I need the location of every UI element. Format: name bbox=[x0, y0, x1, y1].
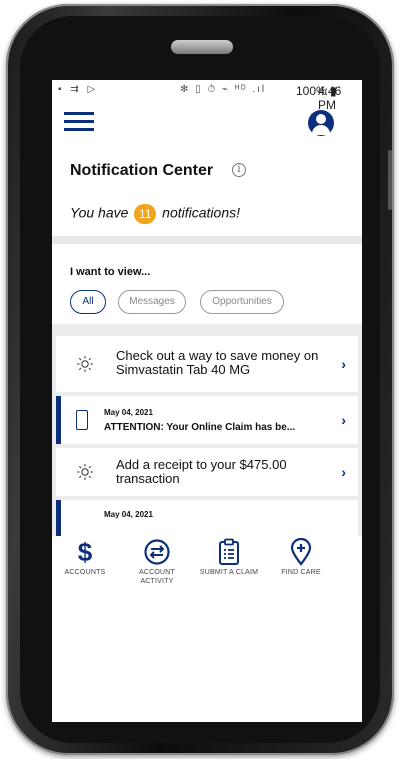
notification-card[interactable]: Add a receipt to your $475.00 transactio… bbox=[56, 448, 358, 496]
profile-icon[interactable] bbox=[308, 110, 334, 136]
nav-find-care[interactable]: FIND CARE bbox=[270, 536, 332, 577]
nav-accounts[interactable]: $ ACCOUNTS bbox=[54, 536, 116, 577]
notification-date: May 04, 2021 bbox=[104, 510, 153, 519]
notification-count-badge: 11 bbox=[134, 204, 157, 224]
transfer-icon bbox=[144, 539, 170, 565]
chevron-right-icon: › bbox=[341, 464, 346, 480]
dollar-icon: $ bbox=[78, 538, 93, 566]
status-left-icons: ▪ ⇉ ▷ bbox=[58, 84, 99, 95]
notification-text: Add a receipt to your $475.00 transactio… bbox=[116, 457, 287, 486]
notification-card[interactable]: Check out a way to save money on Simvast… bbox=[56, 336, 358, 392]
notification-list: Check out a way to save money on Simvast… bbox=[52, 324, 362, 536]
notification-card[interactable]: May 04, 2021 ATTENTION: Your Online Clai… bbox=[56, 396, 358, 444]
location-pin-icon bbox=[290, 538, 312, 566]
status-bar: ▪ ⇉ ▷ ✻ ▯ ⏱ ⌁ ᴴᴰ .ıl 100% ▮ 4:46 PM bbox=[52, 80, 362, 112]
status-right-icons: ✻ ▯ ⏱ ⌁ ᴴᴰ .ıl bbox=[180, 84, 267, 95]
bottom-navigation: $ ACCOUNTS ACCOUNT ACTIVITY SUBMIT A CLA… bbox=[52, 536, 362, 596]
notification-headline: ATTENTION: Your Online Claim has be... bbox=[104, 422, 296, 433]
notification-summary: You have 11 notifications! bbox=[70, 204, 240, 224]
nav-account-activity[interactable]: ACCOUNT ACTIVITY bbox=[126, 536, 188, 586]
menu-icon[interactable] bbox=[64, 112, 94, 132]
nav-label: ACCOUNT ACTIVITY bbox=[138, 569, 175, 585]
filter-messages[interactable]: Messages bbox=[118, 290, 186, 314]
notification-date: May 04, 2021 bbox=[104, 408, 153, 417]
summary-suffix: notifications! bbox=[162, 204, 240, 221]
notification-card[interactable]: May 04, 2021 bbox=[56, 500, 358, 536]
section-divider bbox=[52, 236, 362, 244]
notification-text: Check out a way to save money on Simvast… bbox=[116, 348, 319, 377]
chevron-right-icon: › bbox=[341, 412, 346, 428]
phone-earpiece bbox=[171, 40, 233, 54]
lightbulb-icon bbox=[77, 356, 93, 372]
app-screen: ▪ ⇉ ▷ ✻ ▯ ⏱ ⌁ ᴴᴰ .ıl 100% ▮ 4:46 PM Noti… bbox=[52, 80, 362, 722]
phone-side-button bbox=[388, 150, 392, 210]
info-icon[interactable]: i bbox=[232, 163, 246, 177]
chevron-right-icon: › bbox=[341, 356, 346, 372]
status-time: 4:46 PM bbox=[318, 84, 342, 112]
lightbulb-icon bbox=[77, 464, 93, 480]
nav-label: SUBMIT A CLAIM bbox=[199, 569, 259, 576]
page-title: Notification Center bbox=[70, 162, 214, 179]
clipboard-icon bbox=[219, 538, 239, 565]
phone-icon bbox=[76, 410, 88, 430]
nav-submit-claim[interactable]: SUBMIT A CLAIM bbox=[198, 536, 260, 577]
nav-label: FIND CARE bbox=[281, 569, 321, 576]
summary-prefix: You have bbox=[70, 204, 129, 221]
svg-text:$: $ bbox=[78, 538, 93, 566]
filter-label: I want to view... bbox=[70, 266, 151, 278]
filter-all[interactable]: All bbox=[70, 290, 106, 314]
unread-accent-bar bbox=[56, 500, 61, 536]
filter-opportunities[interactable]: Opportunities bbox=[200, 290, 284, 314]
unread-accent-bar bbox=[56, 396, 61, 444]
nav-label: ACCOUNTS bbox=[64, 569, 106, 576]
